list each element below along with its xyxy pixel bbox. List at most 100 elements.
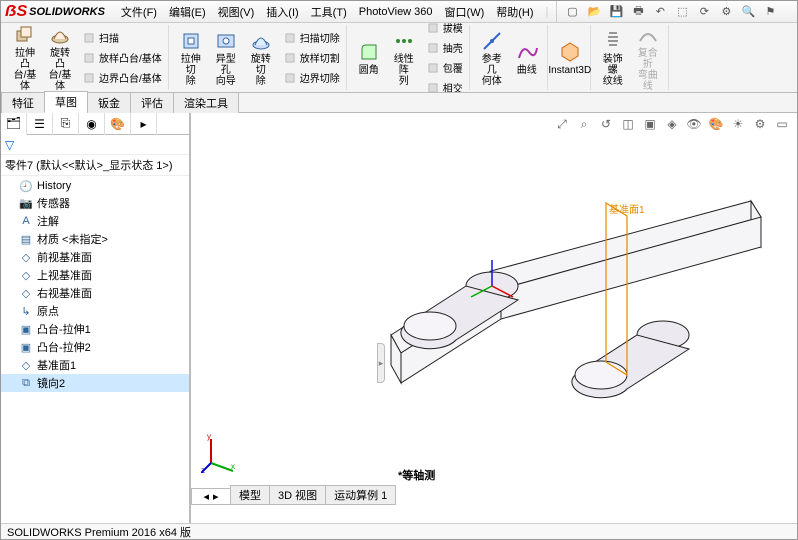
loft-cut-button[interactable]: 放样切割: [279, 48, 343, 68]
boss-icon: ▣: [19, 340, 33, 354]
tree-item-annotation[interactable]: A注解: [1, 212, 189, 230]
tree-item-sensor[interactable]: 📷传感器: [1, 194, 189, 212]
origin-icon: ↳: [19, 304, 33, 318]
composite-curve-icon: [636, 23, 660, 47]
draft-button[interactable]: 拔模: [422, 23, 466, 38]
tree-item-plane[interactable]: ◇基准面1: [1, 356, 189, 374]
boundary-boss-button[interactable]: 边界凸台/基体: [78, 68, 165, 88]
loft-boss-icon: [81, 50, 97, 66]
bottom-tab-模型[interactable]: 模型: [230, 485, 270, 505]
annotation-icon: A: [19, 214, 33, 228]
panel-grip[interactable]: ▸: [377, 343, 385, 383]
ref-geom-icon: [480, 29, 504, 53]
revolve-cut-icon: [249, 29, 273, 53]
sweep-icon: [81, 30, 97, 46]
flag-icon[interactable]: ⚑: [761, 3, 779, 21]
tree-item-plane[interactable]: ◇前视基准面: [1, 248, 189, 266]
curves-button[interactable]: 曲线: [510, 37, 544, 79]
menu-e[interactable]: 编辑(E): [163, 1, 212, 22]
tree-item-boss[interactable]: ▣凸台-拉伸2: [1, 338, 189, 356]
tab-草图[interactable]: 草图: [44, 91, 88, 113]
sweep-cut-button[interactable]: 扫描切除: [279, 28, 343, 48]
hole-wizard-button[interactable]: 异型孔 向导: [209, 26, 243, 90]
wrap-icon: [425, 60, 441, 76]
tree-item-plane[interactable]: ◇右视基准面: [1, 284, 189, 302]
menu-i[interactable]: 插入(I): [260, 1, 304, 22]
tab-渲染工具[interactable]: 渲染工具: [173, 92, 239, 113]
status-text: SOLIDWORKS Premium 2016 x64 版: [7, 524, 191, 540]
extrude-cut-button[interactable]: 拉伸切 除: [174, 26, 208, 90]
thread-button[interactable]: 装饰螺 纹线: [596, 26, 630, 90]
plane-icon: ◇: [19, 358, 33, 372]
open-icon[interactable]: 📂: [585, 3, 603, 21]
plane-annotation: 基准面1: [609, 203, 645, 216]
tree-item-mirror[interactable]: ⧉镜向2: [1, 374, 189, 392]
search-icon[interactable]: 🔍: [739, 3, 757, 21]
sweep-cut-icon: [282, 30, 298, 46]
logo-text: SOLIDWORKS: [29, 6, 105, 18]
svg-text:y: y: [207, 433, 211, 441]
save-icon[interactable]: 💾: [607, 3, 625, 21]
property-tab[interactable]: ☰: [27, 113, 53, 135]
revolve-cut-button[interactable]: 旋转切 除: [244, 26, 278, 90]
view-triad-icon: y x z: [201, 433, 241, 473]
boundary-cut-button[interactable]: 边界切除: [279, 68, 343, 88]
thread-icon: [601, 29, 625, 53]
loft-cut-icon: [282, 50, 298, 66]
menu-photoview[interactable]: PhotoView 360: [353, 1, 439, 22]
ref-geom-button[interactable]: 参考几 何体: [475, 26, 509, 90]
tree-item-boss[interactable]: ▣凸台-拉伸1: [1, 320, 189, 338]
extrude-boss-button[interactable]: 拉伸凸 台/基体: [8, 23, 42, 93]
wrap-button[interactable]: 包覆: [422, 58, 466, 78]
shell-button[interactable]: 抽壳: [422, 38, 466, 58]
menu-t[interactable]: 工具(T): [305, 1, 353, 22]
revolve-boss-icon: [48, 23, 72, 47]
tree-item-plane[interactable]: ◇上视基准面: [1, 266, 189, 284]
svg-text:x: x: [231, 462, 235, 471]
status-bar: SOLIDWORKS Premium 2016 x64 版: [1, 523, 797, 539]
fillet-icon: [357, 40, 381, 64]
undo-icon[interactable]: ↶: [651, 3, 669, 21]
intersect-button[interactable]: 相交: [422, 78, 466, 94]
print-icon[interactable]: 🖶: [629, 3, 647, 21]
tree-root-title[interactable]: 零件7 (默认<<默认>_显示状态 1>): [1, 155, 189, 176]
tree-item-origin[interactable]: ↳原点: [1, 302, 189, 320]
sensor-icon: 📷: [19, 196, 33, 210]
menu-w[interactable]: 窗口(W): [439, 1, 491, 22]
menu-f[interactable]: 文件(F): [115, 1, 163, 22]
tab-评估[interactable]: 评估: [130, 92, 174, 113]
filter-icon[interactable]: ▽: [5, 138, 14, 152]
tree-item-history[interactable]: 🕘History: [1, 178, 189, 194]
loft-boss-button[interactable]: 放样凸台/基体: [78, 48, 165, 68]
intersect-icon: [425, 80, 441, 94]
bottom-tab-运动算例 1[interactable]: 运动算例 1: [325, 485, 396, 505]
bottom-tab-3D 视图[interactable]: 3D 视图: [269, 485, 326, 505]
boundary-boss-icon: [81, 70, 97, 86]
options-icon[interactable]: ⚙: [717, 3, 735, 21]
sweep-button[interactable]: 扫描: [78, 28, 165, 48]
instant3d-button[interactable]: Instant3D: [553, 37, 587, 79]
feature-tree-tab[interactable]: 🗂: [1, 113, 27, 135]
shell-icon: [425, 40, 441, 56]
rebuild-icon[interactable]: ⟳: [695, 3, 713, 21]
menu-h[interactable]: 帮助(H): [490, 1, 539, 22]
model-canvas: 基准面1: [191, 113, 791, 523]
tab-钣金[interactable]: 钣金: [87, 92, 131, 113]
tree-item-material[interactable]: ▤材质 <未指定>: [1, 230, 189, 248]
select-icon[interactable]: ⬚: [673, 3, 691, 21]
model-viewport[interactable]: ⤢⌕↺◫▣◈👁🎨☀⚙▭: [191, 113, 797, 523]
config-tab[interactable]: ⎘: [53, 113, 79, 135]
menu-v[interactable]: 视图(V): [212, 1, 261, 22]
linear-pattern-button[interactable]: 线性阵 列: [387, 26, 421, 90]
viewport-orientation-label: *等轴测: [398, 467, 435, 483]
more-tab[interactable]: ▸: [131, 113, 157, 135]
plane-icon: ◇: [19, 286, 33, 300]
revolve-boss-button[interactable]: 旋转凸 台/基体: [43, 23, 77, 93]
appearance-tab[interactable]: 🎨: [105, 113, 131, 135]
fillet-button[interactable]: 圆角: [352, 37, 386, 79]
display-tab[interactable]: ◉: [79, 113, 105, 135]
history-icon: 🕘: [19, 179, 33, 193]
tab-特征[interactable]: 特征: [1, 92, 45, 113]
extrude-cut-icon: [179, 29, 203, 53]
new-icon[interactable]: ▢: [563, 3, 581, 21]
